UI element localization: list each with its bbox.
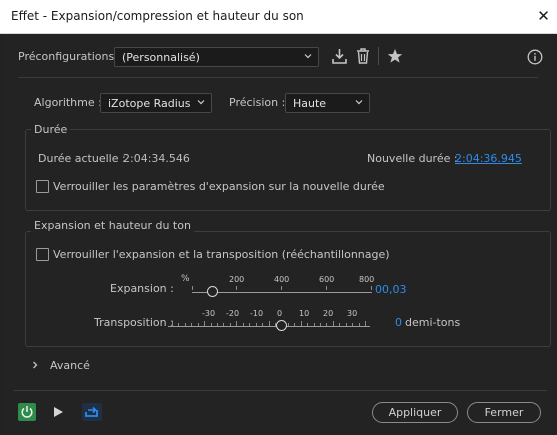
tick-mark <box>281 286 282 290</box>
transposition-tick-label: 30 <box>347 309 358 318</box>
expansion-tick-label: 400 <box>274 275 290 284</box>
algorithm-label: Algorithme : <box>34 96 102 109</box>
algorithm-value: iZotope Radius <box>108 97 191 110</box>
expansion-value[interactable]: 00,03 <box>375 283 407 296</box>
expansion-unit: % <box>181 274 190 284</box>
presets-value: (Personnalisé) <box>122 51 200 64</box>
new-duration-label: Nouvelle durée : <box>367 152 458 165</box>
loop-icon[interactable] <box>82 403 102 421</box>
advanced-section-label[interactable]: Avancé <box>50 359 90 372</box>
transposition-value[interactable]: 0 <box>395 316 402 329</box>
algorithm-dropdown[interactable]: iZotope Radius <box>100 93 212 113</box>
power-toggle-icon[interactable] <box>18 403 36 421</box>
footer-divider <box>14 390 547 391</box>
chevron-down-icon <box>197 100 205 105</box>
tick-mark <box>326 286 327 290</box>
transposition-tick-label: 10 <box>299 309 310 318</box>
info-icon[interactable] <box>527 49 543 65</box>
header-divider <box>18 77 538 78</box>
effect-panel: Préconfigurations : (Personnalisé) Algor… <box>4 34 552 435</box>
transposition-tick-label: -10 <box>250 309 264 318</box>
expansion-slider-track[interactable] <box>192 292 372 293</box>
window-title: Effet - Expansion/compression et hauteur… <box>11 9 304 23</box>
presets-label: Préconfigurations : <box>18 50 122 63</box>
current-duration-label: Durée actuelle : <box>38 152 126 165</box>
transposition-slider-track[interactable] <box>168 326 370 327</box>
transposition-tick-label: 20 <box>323 309 334 318</box>
expansion-label: Expansion : <box>110 282 174 295</box>
tick-mark <box>371 286 372 290</box>
transposition-label: Transposition : <box>94 316 174 329</box>
transposition-tick-label: -30 <box>202 309 216 318</box>
title-bar: Effet - Expansion/compression et hauteur… <box>0 0 557 34</box>
tick-mark <box>192 286 193 290</box>
transposition-slider-thumb[interactable] <box>276 320 287 331</box>
new-duration-value[interactable]: 2:04:36.945 <box>455 152 522 165</box>
lock-pitch-checkbox[interactable] <box>36 248 49 261</box>
delete-preset-icon[interactable] <box>355 47 371 65</box>
duration-group-title: Durée <box>31 123 71 136</box>
apply-button[interactable]: Appliquer <box>372 402 458 423</box>
lock-duration-checkbox[interactable] <box>36 180 49 193</box>
tick-mark <box>236 286 237 290</box>
star-favorite-icon[interactable] <box>387 48 403 64</box>
play-icon[interactable] <box>52 406 64 418</box>
expansion-tick-label: 200 <box>229 275 245 284</box>
transposition-unit: demi-tons <box>405 316 461 329</box>
presets-dropdown[interactable]: (Personnalisé) <box>114 47 319 67</box>
expansion-tick-label: 600 <box>319 275 335 284</box>
expansion-slider-thumb[interactable] <box>207 286 218 297</box>
transposition-tick-label: 0 <box>277 309 283 318</box>
lock-pitch-label: Verrouiller l'expansion et la transposit… <box>53 248 390 261</box>
lock-duration-label: Verrouiller les paramètres d'expansion s… <box>53 180 385 193</box>
toolbar-divider <box>378 47 379 65</box>
current-duration-value: 2:04:34.546 <box>123 152 190 165</box>
expansion-tick-label: 800 <box>359 275 375 284</box>
chevron-down-icon <box>304 54 312 59</box>
precision-dropdown[interactable]: Haute <box>285 93 370 113</box>
precision-label: Précision : <box>229 96 286 109</box>
transposition-tick-label: -20 <box>226 309 240 318</box>
chevron-right-icon[interactable] <box>30 360 40 370</box>
precision-value: Haute <box>293 97 327 110</box>
window-close-icon[interactable]: ✕ <box>530 0 557 33</box>
close-button[interactable]: Fermer <box>467 402 541 423</box>
pitch-group-title: Expansion et hauteur du ton <box>31 219 194 232</box>
chevron-down-icon <box>355 100 363 105</box>
duration-group <box>25 129 551 211</box>
save-preset-icon[interactable] <box>331 48 348 65</box>
